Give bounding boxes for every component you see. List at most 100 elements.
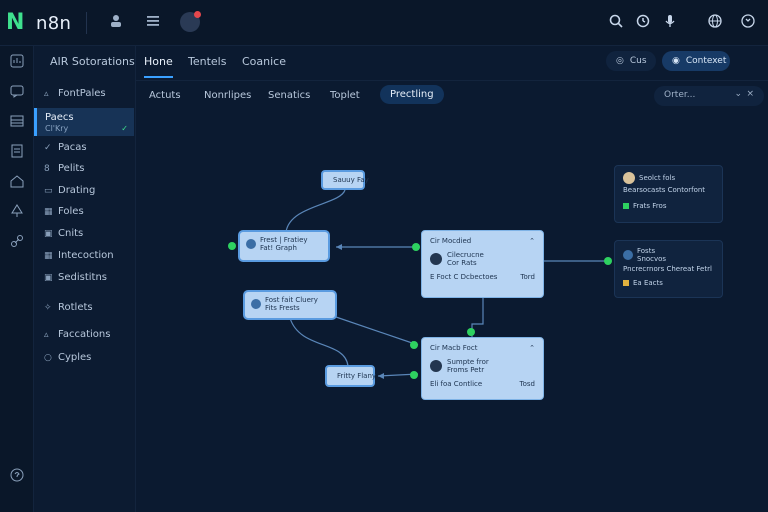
- sidebar-item-paecs-active[interactable]: Paecs Cl'Kry ✓: [34, 108, 134, 136]
- connection-port[interactable]: [467, 328, 475, 336]
- clock-icon[interactable]: [633, 13, 653, 33]
- node-label: Fritty Flany: [337, 372, 377, 380]
- sidebar-item-drating[interactable]: ▭ Drating: [44, 185, 95, 196]
- divider: [86, 12, 87, 34]
- sidebar-item-intecoction[interactable]: ▦ Intecoction: [44, 250, 114, 261]
- badge-icon: ◉: [672, 56, 680, 66]
- tab-toplet[interactable]: Toplet: [330, 90, 360, 101]
- chevron-up-icon[interactable]: ⌃: [529, 237, 535, 245]
- contexet-button[interactable]: ◉ Contexet: [662, 51, 730, 71]
- spark-icon: ✧: [44, 302, 52, 313]
- workflow-node-large[interactable]: Cir Mocdied ⌃ Cilecrucne Cor Rats E Foct…: [421, 230, 544, 298]
- card-title: Seolct fols: [639, 174, 676, 182]
- card-subtitle: Snocvos: [637, 255, 667, 263]
- side-card[interactable]: Seolct fols Bearsocasts Contorfont Frats…: [614, 165, 723, 223]
- sidebar-item-label: Drating: [58, 185, 96, 196]
- sidebar-item-label: Intecoction: [58, 250, 114, 261]
- mic-icon[interactable]: [660, 13, 680, 33]
- workflow-node[interactable]: Fost fait Cluery Fits Frests: [243, 290, 337, 320]
- tab-senatics[interactable]: Senatics: [268, 90, 310, 101]
- sidebar-item-cnits[interactable]: ▣ Cnits: [44, 228, 83, 239]
- cus-button[interactable]: ◎ Cus: [606, 51, 656, 71]
- box-icon: ▣: [44, 272, 53, 283]
- sidebar-active-title: Paecs: [45, 112, 74, 123]
- tab-actuts[interactable]: Actuts: [149, 90, 181, 101]
- node-title: Frest | Fratiey: [260, 236, 308, 244]
- card-button[interactable]: Frats Fros: [633, 202, 666, 210]
- help-icon[interactable]: [8, 468, 26, 486]
- sidebar-item-rotlets[interactable]: ✧ Rotlets: [44, 302, 93, 313]
- triangle-icon: ▵: [44, 329, 49, 340]
- sidebar-item-foles[interactable]: ▦ Foles: [44, 206, 84, 217]
- notification-avatar[interactable]: [180, 11, 201, 32]
- sidebar-item-fontpales[interactable]: ▵ FontPales: [44, 88, 106, 99]
- chat-icon[interactable]: [8, 84, 26, 102]
- chevron-up-icon[interactable]: ⌃: [529, 344, 535, 352]
- hash-icon: 8: [44, 163, 50, 174]
- node-line: Froms Petr: [447, 366, 485, 374]
- connection-port[interactable]: [410, 341, 418, 349]
- sidebar-item-pacas[interactable]: ✓ Pacas: [44, 142, 87, 153]
- card-title: Fosts: [637, 247, 656, 255]
- connection-port[interactable]: [228, 242, 236, 250]
- cus-button-label: Cus: [629, 56, 647, 66]
- globe-icon[interactable]: [705, 13, 725, 33]
- status-icon: [623, 203, 629, 209]
- node-icon: [246, 239, 256, 249]
- card-line: Pncrecrnors Chereat Fetrl: [623, 265, 712, 273]
- top-bar: N n8n: [0, 0, 768, 46]
- tab-tentels[interactable]: Tentels: [188, 55, 226, 68]
- workflow-node[interactable]: Frest | Fratiey Fat! Graph: [238, 230, 330, 262]
- sidebar-item-pelits[interactable]: 8 Pelits: [44, 163, 85, 174]
- avatar: [623, 172, 635, 184]
- node-footer: E Foct C Dcbectoes: [430, 273, 498, 281]
- search-icon[interactable]: [606, 13, 626, 33]
- tab-air-sotorations[interactable]: AIR Sotorations: [50, 55, 135, 68]
- node-line: Cilecrucne: [447, 251, 484, 259]
- node-footer: Eli foa Contlice: [430, 380, 483, 388]
- status-icon: [623, 280, 629, 286]
- tab-nonrlipes[interactable]: Nonrlipes: [204, 90, 251, 101]
- tab-coanice[interactable]: Coanice: [242, 55, 286, 68]
- sidebar-item-label: Cnits: [58, 228, 84, 239]
- menu-icon[interactable]: [143, 13, 163, 33]
- filter-label: Orter...: [664, 90, 696, 100]
- tree-icon[interactable]: [8, 204, 26, 222]
- dashboard-icon[interactable]: [8, 54, 26, 72]
- user-icon[interactable]: [106, 13, 126, 33]
- sidebar: ▵ FontPales Paecs Cl'Kry ✓ ✓ Pacas 8 Pel…: [34, 46, 136, 512]
- card-button[interactable]: Ea Eacts: [633, 279, 663, 287]
- table-icon[interactable]: [8, 114, 26, 132]
- sidebar-item-label: Sedistitns: [58, 272, 108, 283]
- link-icon[interactable]: [8, 234, 26, 252]
- workflow-node[interactable]: Fritty Flany: [325, 365, 377, 387]
- sidebar-item-cyples[interactable]: ○ Cyples: [44, 352, 91, 363]
- logo[interactable]: N n8n: [6, 12, 71, 34]
- sidebar-item-sedistitns[interactable]: ▣ Sedistitns: [44, 272, 107, 283]
- workflow-node-large[interactable]: Cir Macb Foct ⌃ Sumpte fror Froms Petr E…: [421, 337, 544, 400]
- check-icon: ✓: [121, 124, 128, 133]
- node-label: Sauuy Fay: [333, 176, 369, 184]
- node-footer-right: Tosd: [519, 380, 535, 388]
- workflow-node[interactable]: Sauuy Fay: [321, 170, 369, 190]
- icon-rail: [0, 46, 34, 512]
- connection-port[interactable]: [410, 371, 418, 379]
- connection-port[interactable]: [604, 257, 612, 265]
- logo-text: n8n: [36, 12, 72, 34]
- document-icon[interactable]: [8, 144, 26, 162]
- side-card[interactable]: Fosts Snocvos Pncrecrnors Chereat Fetrl …: [614, 240, 723, 298]
- home-icon[interactable]: [8, 174, 26, 192]
- sidebar-item-faccations[interactable]: ▵ Faccations: [44, 329, 110, 340]
- circle-icon: ○: [44, 352, 52, 363]
- tab-hone[interactable]: Hone: [144, 55, 173, 78]
- grid-icon: ▦: [44, 206, 53, 217]
- close-icon[interactable]: ×: [746, 89, 754, 99]
- refresh-icon[interactable]: [738, 13, 758, 33]
- chevron-down-icon[interactable]: ⌄: [734, 89, 742, 99]
- connection-port[interactable]: [412, 243, 420, 251]
- filter-dropdown[interactable]: Orter... ⌄ ×: [654, 86, 764, 106]
- sidebar-item-label: Cyples: [58, 352, 92, 363]
- sidebar-item-label: Pelits: [58, 163, 85, 174]
- tab-prectling[interactable]: Prectling: [380, 85, 444, 104]
- secondary-tabs: Actuts Nonrlipes Senatics Toplet Prectli…: [136, 80, 768, 110]
